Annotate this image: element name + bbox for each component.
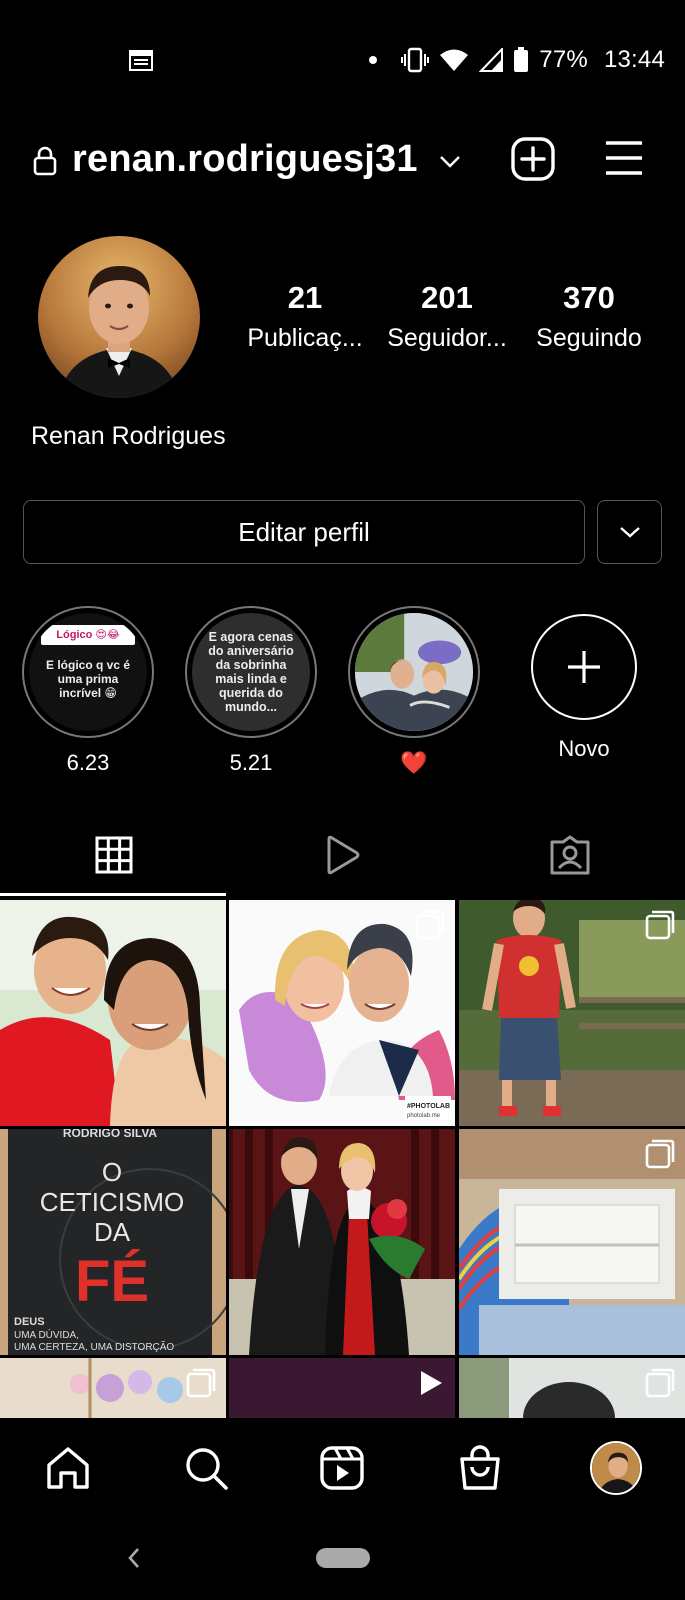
highlight-photo	[355, 613, 473, 731]
post-thumbnail[interactable]	[0, 900, 226, 1126]
tab-grid[interactable]	[0, 812, 228, 898]
highlight-cover-tag: Lógico 😍😂	[41, 625, 135, 645]
highlight-item[interactable]: ❤️	[347, 606, 481, 776]
post-thumbnail[interactable]: RODRIGO SILVA O CETICISMO DA FÉ DEUS UMA…	[0, 1129, 226, 1355]
home-icon	[47, 1447, 89, 1489]
grid-icon	[95, 836, 133, 874]
post-thumbnail[interactable]	[0, 1358, 226, 1418]
profile-full-name: Renan Rodrigues	[31, 422, 226, 450]
highlight-label: ❤️	[400, 750, 428, 775]
stat-following-label: Seguindo	[536, 324, 642, 352]
clock: 13:44	[603, 46, 665, 73]
highlight-item[interactable]: E agora cenas do aniversário da sobrinha…	[184, 606, 318, 776]
highlight-cover: E agora cenas do aniversário da sobrinha…	[192, 613, 310, 731]
nav-reels[interactable]	[316, 1442, 368, 1494]
carousel-icon	[186, 1368, 216, 1398]
carousel-icon	[645, 1368, 675, 1398]
post-thumbnail[interactable]	[229, 1129, 455, 1355]
lock-icon	[33, 146, 57, 176]
posts-grid: #PHOTOLAB photolab.me RODRIGO SILVA O CE…	[0, 900, 685, 1418]
book-subtitle: UMA DÚVIDA,	[14, 1328, 79, 1341]
dot-icon	[369, 56, 378, 64]
carousel-icon	[645, 1139, 675, 1169]
profile-tabs	[0, 812, 685, 898]
watermark: #PHOTOLAB	[407, 1103, 450, 1110]
book-subtitle: DEUS	[14, 1316, 45, 1328]
highlight-label: Novo	[558, 736, 610, 761]
highlight-cover	[355, 613, 473, 731]
watermark-sub: photolab.me	[407, 1113, 441, 1119]
signal-icon	[479, 48, 504, 72]
new-post-icon[interactable]	[510, 136, 556, 182]
nav-shop[interactable]	[454, 1442, 506, 1494]
home-gesture-pill[interactable]	[316, 1548, 370, 1568]
tab-tagged[interactable]	[456, 812, 684, 898]
edit-profile-button[interactable]: Editar perfil	[23, 500, 585, 564]
stat-followers[interactable]: 201 Seguidor...	[382, 280, 512, 353]
back-icon[interactable]	[126, 1546, 142, 1570]
post-thumbnail[interactable]	[459, 1358, 685, 1418]
highlight-label: 5.21	[229, 750, 273, 775]
stat-followers-value: 201	[421, 280, 473, 315]
profile-avatar[interactable]	[38, 236, 200, 398]
status-icons: 77% 13:44	[369, 40, 665, 80]
nav-profile[interactable]	[590, 1441, 642, 1495]
battery-percent: 77%	[539, 46, 588, 73]
book-title-line: CETICISMO	[40, 1187, 184, 1217]
shop-icon	[460, 1445, 500, 1490]
wifi-icon	[440, 49, 469, 71]
plus-icon	[568, 651, 600, 683]
book-title-line: O	[102, 1157, 122, 1187]
post-thumbnail[interactable]	[229, 1358, 455, 1418]
vibrate-icon	[401, 47, 430, 73]
highlight-cover-text: E lógico q vc é uma prima incrível 😁	[45, 658, 131, 700]
book-title-line: DA	[94, 1217, 131, 1247]
battery-icon	[514, 47, 529, 72]
book-title-line: FÉ	[75, 1249, 149, 1314]
highlight-cover-text: E agora cenas do aniversário da sobrinha…	[208, 630, 294, 714]
post-thumbnail[interactable]: #PHOTOLAB photolab.me	[229, 900, 455, 1126]
username-switcher[interactable]: renan.rodriguesj31	[72, 138, 418, 181]
highlight-label: 6.23	[66, 750, 110, 775]
reel-icon	[421, 1371, 442, 1395]
highlight-ring: Lógico 😍😂 E lógico q vc é uma prima incr…	[22, 606, 154, 738]
profile-header: renan.rodriguesj31	[0, 130, 685, 194]
carousel-icon	[645, 910, 675, 940]
chevron-down-icon[interactable]	[438, 152, 462, 170]
status-bar: 77% 13:44	[0, 0, 685, 120]
calendar-icon	[129, 50, 153, 71]
chevron-down-icon	[619, 527, 640, 538]
active-tab-indicator	[0, 893, 226, 896]
nav-search[interactable]	[180, 1442, 232, 1494]
bottom-navigation	[0, 1418, 685, 1518]
highlight-cover: Lógico 😍😂 E lógico q vc é uma prima incr…	[29, 613, 147, 731]
stat-posts[interactable]: 21 Publicaç...	[240, 280, 370, 353]
stat-followers-label: Seguidor...	[387, 324, 507, 352]
carousel-icon	[415, 910, 445, 940]
highlight-item[interactable]: Lógico 😍😂 E lógico q vc é uma prima incr…	[21, 606, 155, 776]
system-navigation-bar	[0, 1518, 685, 1600]
highlight-ring	[348, 606, 480, 738]
post-thumbnail[interactable]	[459, 900, 685, 1126]
stat-posts-value: 21	[287, 280, 323, 315]
menu-icon[interactable]	[604, 138, 644, 178]
reels-play-icon	[327, 835, 360, 875]
post-thumbnail[interactable]	[459, 1129, 685, 1355]
new-highlight-ring	[531, 614, 637, 720]
search-icon	[186, 1448, 228, 1490]
suggested-accounts-button[interactable]	[597, 500, 662, 564]
book-author: RODRIGO SILVA	[63, 1129, 158, 1140]
highlight-ring: E agora cenas do aniversário da sobrinha…	[185, 606, 317, 738]
tab-reels[interactable]	[228, 812, 456, 898]
tagged-icon	[550, 835, 590, 875]
nav-home[interactable]	[42, 1442, 94, 1494]
reels-icon	[320, 1446, 364, 1490]
stat-posts-label: Publicaç...	[247, 324, 363, 352]
stat-following-value: 370	[563, 280, 615, 315]
profile-avatar	[590, 1441, 642, 1495]
book-subtitle: UMA CERTEZA, UMA DISTORÇÃO	[14, 1340, 174, 1353]
new-highlight-button[interactable]: Novo	[517, 606, 651, 762]
stat-following[interactable]: 370 Seguindo	[524, 280, 654, 353]
